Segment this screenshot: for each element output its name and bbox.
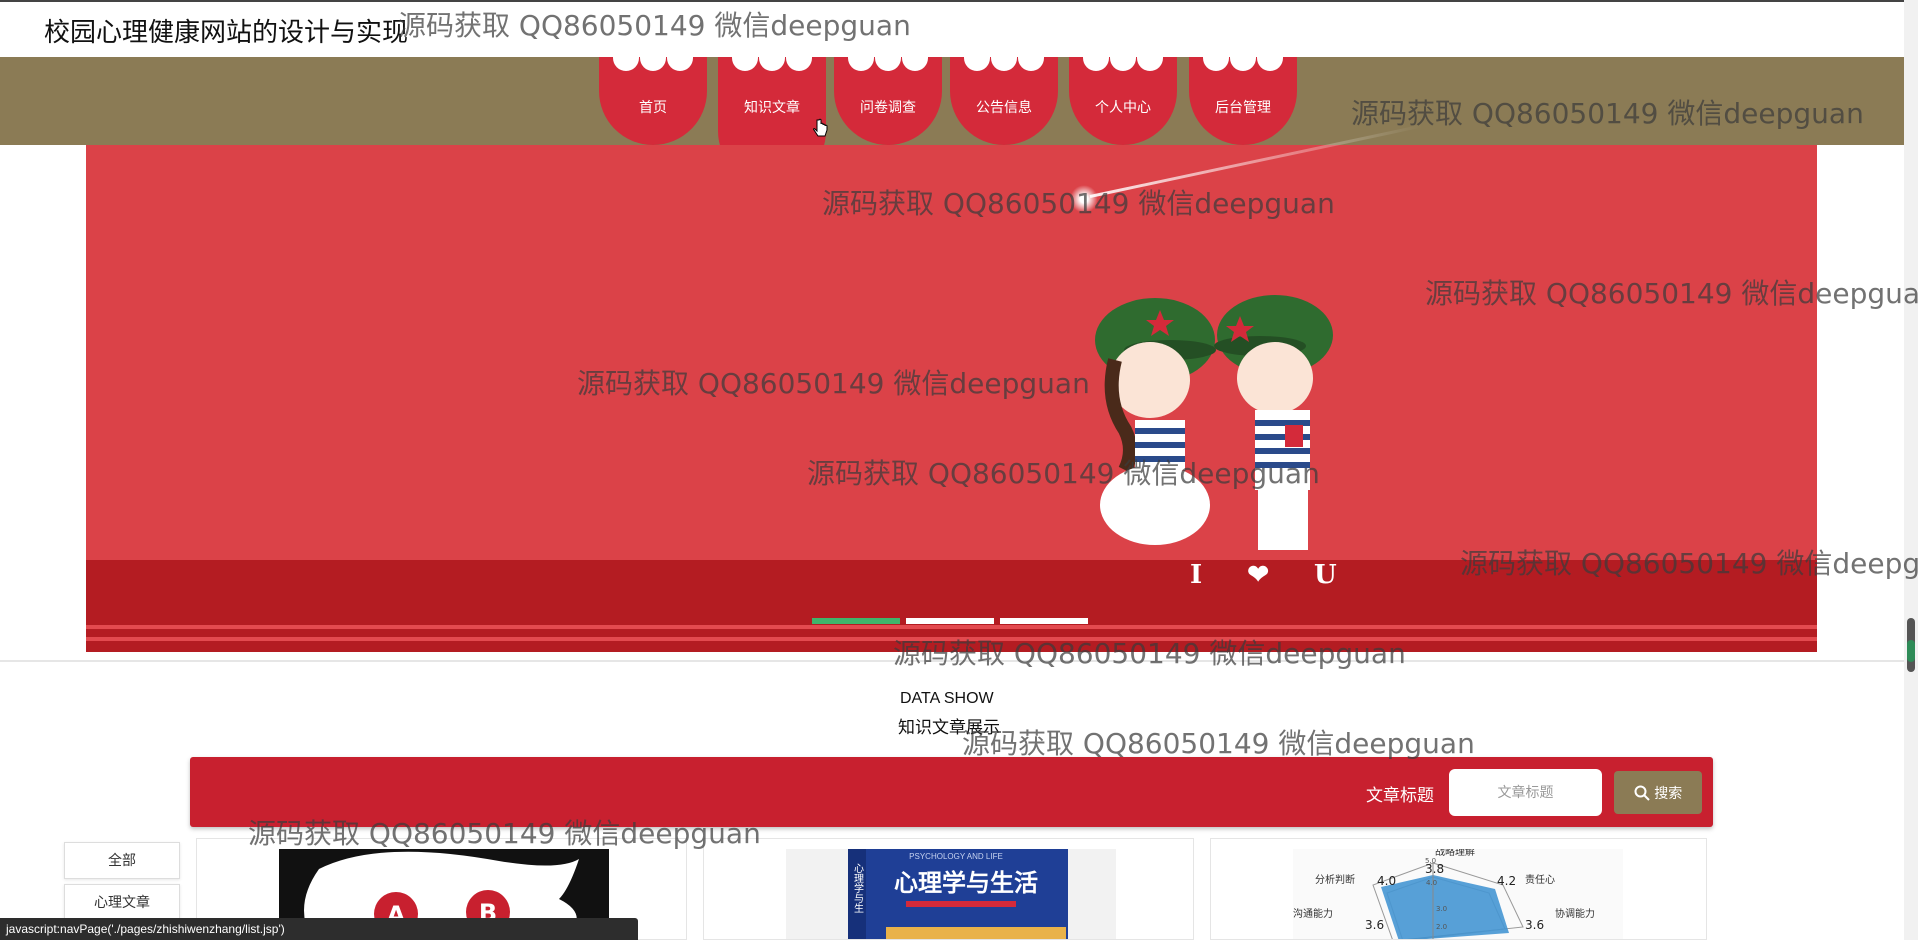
section-title-en: DATA SHOW <box>900 690 994 707</box>
article-image-book: PSYCHOLOGY AND LIFE 心理学与生活 心理学与生 <box>786 849 1116 939</box>
radar-value-communication: 3.6 <box>1365 918 1384 932</box>
radar-value-responsibility: 4.2 <box>1497 874 1516 888</box>
radar-chart-illustration: 战略理解 责任心 协调能力 沟通能力 分析判断 3.8 4.2 3.6 3.6 … <box>1293 849 1595 939</box>
hero-banner[interactable] <box>86 145 1817 652</box>
category-psych-articles[interactable]: 心理文章 <box>64 884 180 921</box>
carousel-dot[interactable] <box>906 618 994 624</box>
book-title: 心理学与生活 <box>894 869 1038 897</box>
radar-tick-5: 5.0 <box>1425 857 1436 865</box>
site-title: 校园心理健康网站的设计与实现 <box>44 18 409 48</box>
search-icon <box>1634 785 1650 801</box>
search-button[interactable]: 搜索 <box>1614 771 1702 814</box>
nav-item-label: 首页 <box>639 100 667 116</box>
search-button-label: 搜索 <box>1654 785 1683 802</box>
search-label: 文章标题 <box>1366 786 1434 806</box>
category-all[interactable]: 全部 <box>64 842 180 879</box>
nav-scallop-decoration <box>834 55 942 73</box>
nav-item-label: 个人中心 <box>1095 100 1151 116</box>
nav-scallop-decoration <box>1189 55 1297 73</box>
radar-label-responsibility: 责任心 <box>1525 873 1555 886</box>
radar-value-analysis: 4.0 <box>1377 874 1396 888</box>
carousel-dot[interactable] <box>1000 618 1088 624</box>
section-divider <box>0 660 1904 662</box>
banner-stripe <box>86 625 1817 629</box>
mouse-pointer-icon <box>813 118 828 137</box>
watermark: 源码获取 QQ86050149 微信deepguan <box>398 9 911 42</box>
book-spine-text: 心理学与生 <box>852 863 864 913</box>
radar-tick-3: 3.0 <box>1436 905 1447 913</box>
nav-scallop-decoration <box>718 55 826 73</box>
nav-scallop-decoration <box>1069 55 1177 73</box>
radar-tick-2: 2.0 <box>1436 923 1447 931</box>
nav-scallop-decoration <box>950 55 1058 73</box>
banner-caption: I ❤ U <box>1190 560 1355 590</box>
kissing-couple-illustration <box>1095 295 1333 550</box>
radar-label-analysis: 分析判断 <box>1315 873 1355 886</box>
radar-label-communication: 沟通能力 <box>1293 907 1333 920</box>
radar-label-coordination: 协调能力 <box>1555 907 1595 920</box>
nav-item-label: 后台管理 <box>1215 100 1271 116</box>
banner-stripe <box>86 637 1817 641</box>
radar-tick-4: 4.0 <box>1426 879 1437 887</box>
nav-scallop-decoration <box>599 55 707 73</box>
article-card[interactable]: 战略理解 责任心 协调能力 沟通能力 分析判断 3.8 4.2 3.6 3.6 … <box>1210 838 1707 940</box>
window-top-border <box>0 0 1918 2</box>
carousel-indicators <box>812 618 1088 624</box>
page-scrollbar[interactable] <box>1904 0 1918 940</box>
section-title-cn: 知识文章展示 <box>898 718 1000 738</box>
watermark: 源码获取 QQ86050149 微信deepguan <box>962 727 1475 760</box>
search-input[interactable] <box>1449 769 1602 816</box>
nav-item-label: 知识文章 <box>744 100 800 116</box>
radar-label-strategy: 战略理解 <box>1435 849 1475 858</box>
book-subtitle: PSYCHOLOGY AND LIFE <box>909 852 1003 861</box>
scrollbar-thumb-indicator <box>1907 640 1915 662</box>
carousel-dot[interactable] <box>812 618 900 624</box>
radar-value-coordination: 3.6 <box>1525 918 1544 932</box>
article-image-radar-chart: 战略理解 责任心 协调能力 沟通能力 分析判断 3.8 4.2 3.6 3.6 … <box>1293 849 1623 939</box>
sparkle-decoration <box>1070 185 1098 213</box>
article-card[interactable]: PSYCHOLOGY AND LIFE 心理学与生活 心理学与生 <box>703 838 1194 940</box>
book-cover-illustration: PSYCHOLOGY AND LIFE 心理学与生活 心理学与生 <box>786 849 1116 939</box>
nav-item-label: 问卷调查 <box>860 100 916 116</box>
browser-status-bar: javascript:navPage('./pages/zhishiwenzha… <box>0 918 638 940</box>
nav-item-label: 公告信息 <box>976 100 1032 116</box>
